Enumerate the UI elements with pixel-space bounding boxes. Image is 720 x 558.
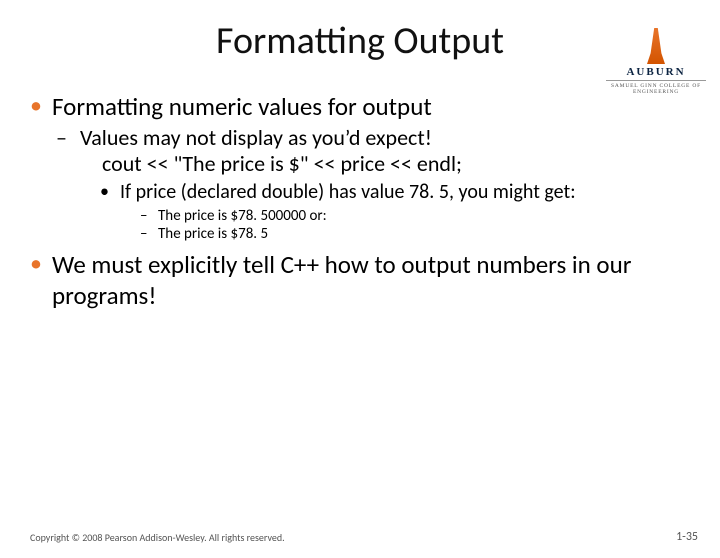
auburn-logo: AUBURN SAMUEL GINN COLLEGE OF ENGINEERIN… <box>606 28 706 95</box>
bullet-text: Formatting numeric values for output <box>52 91 432 122</box>
page-number: 1-35 <box>676 530 698 544</box>
sub-line1: Values may not display as you’d expect! <box>80 124 432 151</box>
bullet-explicitly-tell: We must explicitly tell C++ how to outpu… <box>28 250 692 311</box>
sub-if-price-text: If price (declared double) has value 78.… <box>120 180 576 204</box>
example-output-1: The price is $78. 500000 or: <box>138 207 692 226</box>
example-output-2: The price is $78. 5 <box>138 225 692 244</box>
sub-if-price: If price (declared double) has value 78.… <box>98 180 692 244</box>
code-line: cout << "The price is $" << price << end… <box>102 151 692 178</box>
sub-values-display: Values may not display as you’d expect! … <box>52 125 692 245</box>
logo-tower-icon <box>647 28 665 64</box>
copyright-footer: Copyright © 2008 Pearson Addison-Wesley.… <box>30 531 285 544</box>
logo-name: AUBURN <box>606 66 706 78</box>
content-list: Formatting numeric values for output Val… <box>28 92 692 311</box>
bullet-formatting-numeric: Formatting numeric values for output Val… <box>28 92 692 244</box>
